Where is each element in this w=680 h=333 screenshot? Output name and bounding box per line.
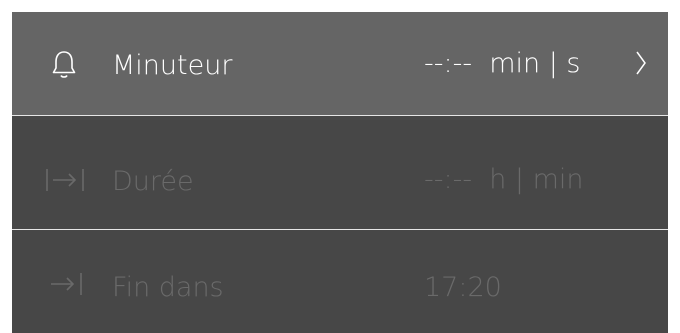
end-in-value: 17:20 [424,272,502,303]
timer-value: --:-- min | s [424,48,581,79]
duration-value: --:-- h | min [424,164,584,195]
timer-row[interactable]: Minuteur --:-- min | s [12,12,668,115]
duration-label: Durée [112,166,194,197]
end-in-icon [47,270,87,298]
end-in-label: Fin dans [112,272,224,303]
end-in-row: Fin dans 17:20 [12,230,668,333]
bell-icon [52,50,76,80]
timer-settings-panel: Minuteur --:-- min | s Durée --:-- h | m… [12,12,668,333]
duration-icon [45,166,87,194]
duration-row: Durée --:-- h | min [12,116,668,229]
chevron-right-icon[interactable] [634,49,648,77]
timer-label: Minuteur [112,50,233,81]
